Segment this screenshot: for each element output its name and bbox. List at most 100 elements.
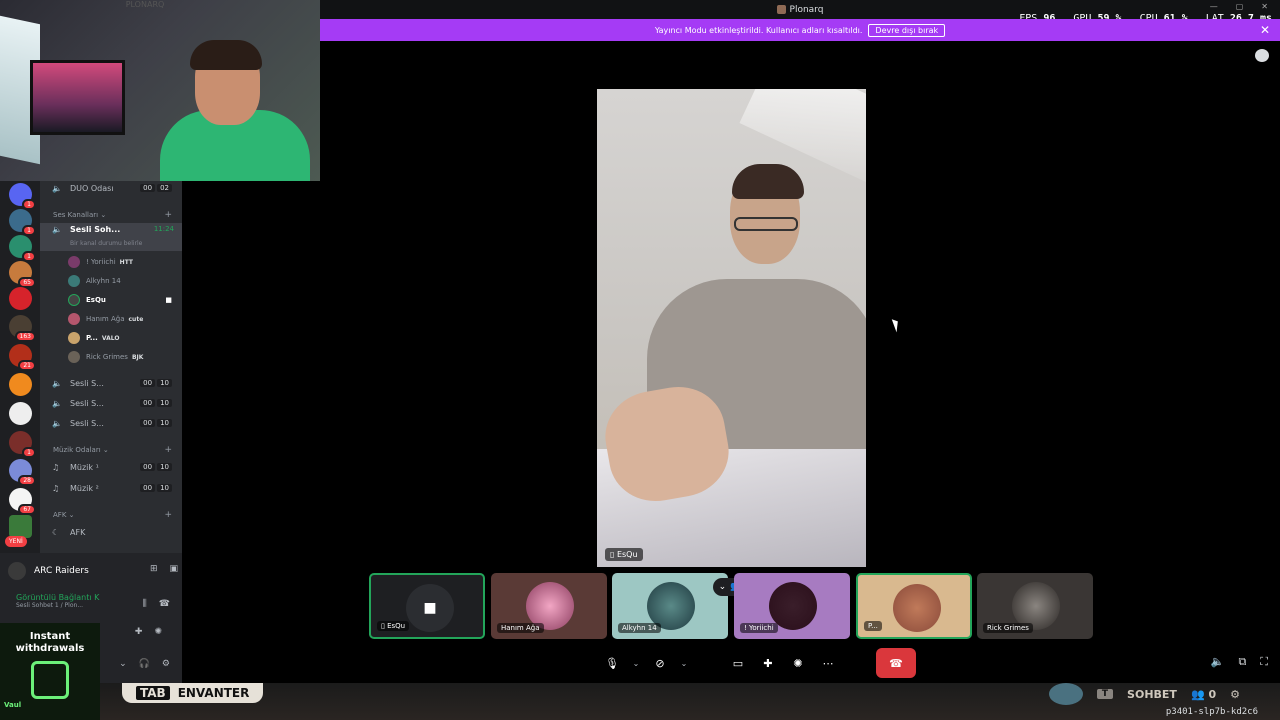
server-icon[interactable]: 28 — [9, 459, 36, 486]
activity-buttons: ✚ ✺ — [135, 627, 162, 637]
mention-badge: 1 — [22, 447, 36, 458]
participant-tile[interactable]: ■ ▯ EsQu — [369, 573, 485, 639]
party-count[interactable]: 👥 0 — [1191, 688, 1216, 701]
avatar — [68, 294, 80, 306]
mention-badge: 163 — [14, 331, 36, 342]
category-music[interactable]: Müzik Odaları ⌄ + — [40, 443, 182, 457]
window-title: Plonarq — [789, 4, 824, 15]
close-icon[interactable]: ✕ — [1260, 23, 1270, 37]
session-id: p3401-slp7b-kd2c6 — [1165, 707, 1258, 717]
category-afk[interactable]: AFK ⌄ + — [40, 508, 182, 522]
participant-tile[interactable]: Alkyhn 14 — [612, 573, 728, 639]
camera-off-icon[interactable]: ⊘ — [648, 648, 672, 678]
channel-afk[interactable]: ☾ AFK — [40, 523, 182, 541]
server-icon[interactable]: 1 — [9, 209, 36, 236]
noise-suppression-icon[interactable]: ⫼ — [143, 599, 147, 609]
popout-icon[interactable]: ⧉ — [1238, 655, 1246, 669]
voice-member[interactable]: EsQu ■ — [68, 291, 182, 309]
disconnect-icon[interactable]: ☎ — [159, 599, 170, 609]
add-channel-icon[interactable]: + — [164, 210, 172, 220]
mention-badge: 28 — [18, 475, 36, 486]
voice-member[interactable]: P... VALO — [68, 329, 182, 347]
activity-game[interactable]: ARC Raiders ⊞ ▣ — [8, 561, 178, 581]
speaker-icon: 🔈 — [52, 378, 62, 388]
inventory-tab[interactable]: TAB ENVANTER — [122, 683, 264, 703]
new-badge: YENİ — [5, 536, 27, 547]
avatar — [68, 275, 80, 287]
screen-icon[interactable]: ▣ — [169, 564, 178, 574]
speaker-icon: 🔈 — [52, 225, 62, 234]
channel-voice-room[interactable]: 🔈 Sesli S... 00 10 — [40, 394, 182, 412]
channel-music-room[interactable]: ♫ Müzik ² 00 10 — [40, 479, 182, 497]
add-channel-icon[interactable]: + — [164, 445, 172, 455]
channel-voice-room[interactable]: 🔈 Sesli S... 00 10 — [40, 414, 182, 432]
server-icon[interactable]: 1 — [9, 431, 36, 458]
voice-member[interactable]: Hanım Ağa cute — [68, 310, 182, 328]
music-note-icon: ♫ — [52, 483, 60, 493]
call-timer: 11:24 — [153, 225, 174, 233]
user-limit: 00 10 — [140, 399, 172, 407]
player-avatar — [1048, 683, 1083, 705]
server-icon[interactable] — [9, 287, 32, 310]
headphones-icon[interactable]: 🎧 — [139, 659, 150, 669]
microphone-icon[interactable]: 🎙 — [600, 648, 624, 678]
activities-icon[interactable]: ✚ — [135, 627, 143, 637]
channel-status[interactable]: Bir kanal durumu belirle — [70, 240, 142, 247]
server-icon[interactable]: 67 — [9, 488, 36, 515]
channel-duo[interactable]: 🔈 DUO Odası 00 02 — [40, 179, 182, 197]
webcam-person-hair — [190, 40, 262, 70]
speaker-icon: 🔈 — [52, 183, 62, 193]
disconnect-call-button[interactable]: ☎ — [876, 648, 916, 678]
camera-options-chevron-icon[interactable]: ⌄ — [678, 648, 690, 678]
webcam-pc-case — [30, 60, 125, 135]
mic-dropdown-icon[interactable]: ⌄ — [119, 659, 127, 669]
volume-icon[interactable]: 🔈 — [1211, 655, 1225, 669]
participant-tile[interactable]: ! Yoriichi — [734, 573, 850, 639]
server-icon[interactable] — [9, 373, 32, 396]
fullscreen-icon[interactable]: ⛶ — [1260, 655, 1268, 669]
channel-voice-room[interactable]: 🔈 Sesli S... 00 10 — [40, 374, 182, 392]
server-icon[interactable]: 163 — [9, 315, 36, 342]
server-icon[interactable] — [9, 402, 32, 425]
webcam-wall-logo: PLONARQ — [125, 0, 165, 9]
chat-label[interactable]: SOHBET — [1127, 688, 1177, 701]
participant-tile[interactable]: Rick Grimes — [977, 573, 1093, 639]
participant-tile[interactable]: P... — [856, 573, 972, 639]
voice-member[interactable]: ! Yoriichi HTT — [68, 253, 182, 271]
screen-share-icon[interactable]: ▭ — [726, 648, 750, 678]
settings-gear-icon[interactable]: ⚙ — [162, 659, 170, 669]
category-voice[interactable]: Ses Kanalları ⌄ + — [40, 208, 182, 222]
avatar — [893, 584, 941, 632]
voice-member[interactable]: Rick Grimes BJK — [68, 348, 182, 366]
stream-username-label: ▯ EsQu — [605, 548, 643, 561]
server-icon[interactable] — [9, 515, 32, 538]
voice-member[interactable]: Alkyhn 14 — [68, 272, 182, 290]
soundboard-icon[interactable]: ✺ — [154, 627, 162, 637]
mic-options-chevron-icon[interactable]: ⌄ — [630, 648, 642, 678]
main-video-stream[interactable]: ▯ EsQu — [597, 89, 866, 567]
server-icon[interactable]: 1 — [9, 235, 36, 262]
server-icon[interactable]: 1 — [9, 183, 36, 210]
sponsor-overlay: Instant withdrawals Vaul — [0, 623, 100, 720]
music-note-icon: ♫ — [52, 462, 60, 472]
gamepad-icon[interactable]: ⊞ — [150, 564, 158, 574]
call-controls: 🎙 ⌄ ⊘ ⌄ ▭ ✚ ✺ ⋯ ☎ — [600, 648, 916, 678]
streamer-mode-banner: Yayıncı Modu etkinleştirildi. Kullanıcı … — [320, 19, 1280, 41]
voice-connection-status[interactable]: Görüntülü Bağlantı K Sesli Sohbet 1 / Pl… — [16, 593, 99, 609]
disable-streamer-mode-button[interactable]: Devre dışı bırak — [868, 23, 946, 37]
hud-settings-icon[interactable]: ⚙ — [1230, 688, 1240, 701]
server-icon[interactable]: 65 — [9, 261, 36, 288]
channel-music-room[interactable]: ♫ Müzik ¹ 00 10 — [40, 458, 182, 476]
server-icon[interactable]: 21 — [9, 344, 36, 371]
chat-bubble-icon[interactable] — [1255, 49, 1269, 62]
participant-tile[interactable]: Hanım Ağa — [491, 573, 607, 639]
add-channel-icon[interactable]: + — [164, 510, 172, 520]
more-options-icon[interactable]: ⋯ — [816, 648, 840, 678]
speaker-icon: 🔈 — [52, 418, 62, 428]
avatar — [68, 256, 80, 268]
game-hud-bar: TAB ENVANTER T SOHBET 👥 0 ⚙ — [100, 683, 1280, 720]
video-person-glasses — [734, 217, 798, 231]
soundboard-icon[interactable]: ✺ — [786, 648, 810, 678]
activities-icon[interactable]: ✚ — [756, 648, 780, 678]
streamer-webcam: PLONARQ — [0, 0, 320, 181]
